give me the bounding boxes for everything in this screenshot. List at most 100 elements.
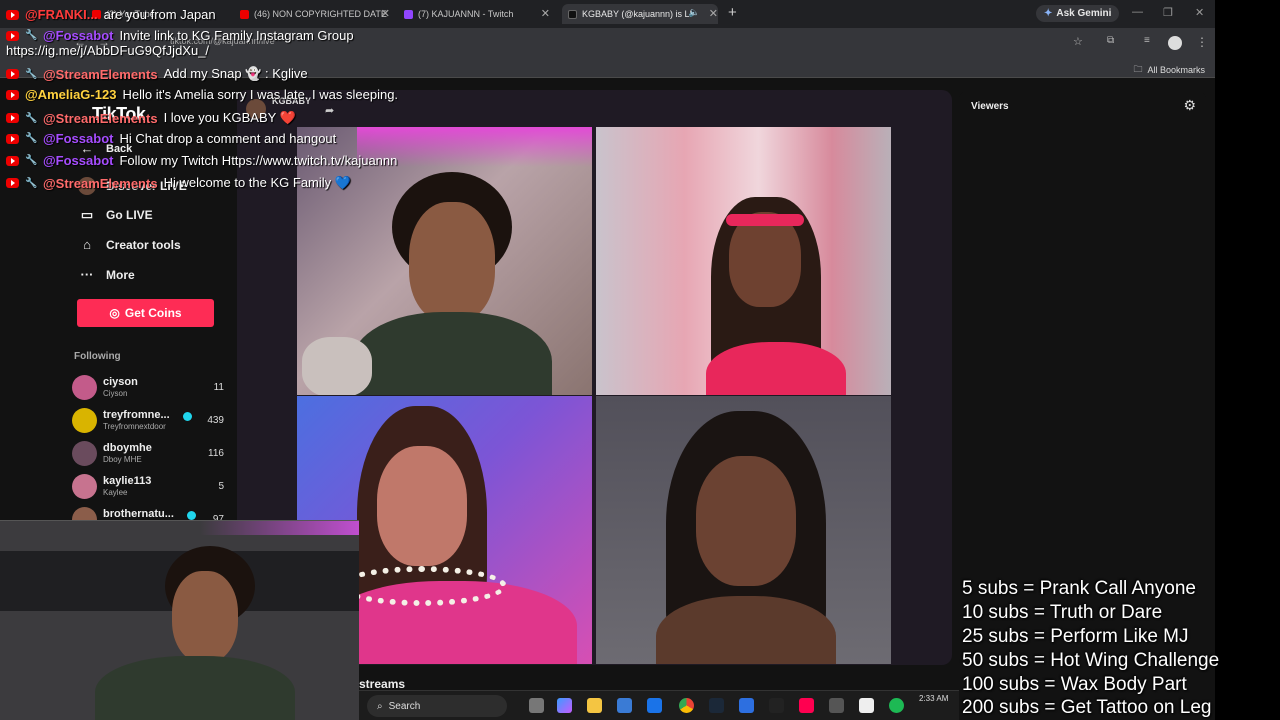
tiktok-app-icon[interactable] bbox=[799, 698, 814, 713]
chrome-icon[interactable] bbox=[679, 698, 694, 713]
verified-icon bbox=[187, 511, 196, 520]
sparkle-icon: ✦ bbox=[1044, 8, 1053, 19]
following-item[interactable]: treyfromne... Treyfromnextdoor 439 bbox=[72, 407, 230, 435]
following-item[interactable]: ciyson Ciyson 11 bbox=[72, 374, 230, 402]
tab-non-copyrighted[interactable]: (46) NON COPYRIGHTED DATE ✕ bbox=[240, 4, 390, 24]
outlook-icon[interactable] bbox=[647, 698, 662, 713]
wrench-icon: 🔧 bbox=[25, 133, 38, 144]
face-shape bbox=[696, 456, 796, 586]
sidebar-item-go-live[interactable]: ▭ Go LIVE bbox=[78, 207, 153, 223]
youtube-icon bbox=[6, 133, 19, 144]
close-icon[interactable]: ✕ bbox=[541, 7, 550, 20]
steam-icon[interactable] bbox=[709, 698, 724, 713]
capcut-icon[interactable] bbox=[829, 698, 844, 713]
chat-username: @Fossabot bbox=[43, 28, 114, 43]
taskbar-search[interactable]: ⌕ Search bbox=[367, 695, 507, 717]
body-shape bbox=[352, 312, 552, 395]
get-coins-label: Get Coins bbox=[124, 306, 182, 320]
all-bookmarks-label: All Bookmarks bbox=[1147, 65, 1205, 75]
sub-goal: 200 subs = Get Tattoo on Leg bbox=[962, 697, 1212, 718]
game-icon[interactable] bbox=[769, 698, 784, 713]
following-item[interactable]: dboymhe Dboy MHE 116 bbox=[72, 440, 230, 468]
chat-text: I love you KGBABY ❤️ bbox=[163, 110, 296, 125]
wrench-icon: 🔧 bbox=[25, 155, 38, 166]
sidebar-item-more[interactable]: ··· More bbox=[78, 267, 135, 282]
verified-icon bbox=[183, 412, 192, 421]
profile-avatar[interactable] bbox=[1168, 36, 1182, 50]
following-name: brothernatu... bbox=[103, 508, 174, 520]
tab-tiktok-live[interactable]: KGBABY (@kajuannn) is LIVE 🔈 ✕ bbox=[562, 4, 718, 24]
creator-tools-icon: ⌂ bbox=[83, 237, 91, 252]
file-explorer-icon[interactable] bbox=[587, 698, 602, 713]
following-name: treyfromne... bbox=[103, 409, 170, 421]
notepad-icon[interactable] bbox=[739, 698, 754, 713]
chat-message: @AmeliaG-123 Hello it's Amelia sorry I w… bbox=[6, 87, 398, 102]
app-icon[interactable] bbox=[859, 698, 874, 713]
chat-message: 🔧 @StreamElements Add my Snap 👻 : Kglive bbox=[6, 66, 308, 82]
all-bookmarks-button[interactable]: 🗀 All Bookmarks bbox=[1133, 62, 1205, 78]
ask-gemini-button[interactable]: ✦ Ask Gemini bbox=[1036, 5, 1120, 22]
chat-message: https://ig.me/j/AbbDFuG9QfJjdXu_/ bbox=[6, 43, 209, 58]
get-coins-button[interactable]: ◎ Get Coins bbox=[77, 299, 214, 327]
chat-username: @AmeliaG-123 bbox=[25, 87, 117, 102]
chat-username: @StreamElements bbox=[43, 66, 158, 82]
cast-icon[interactable]: ⧉ bbox=[1107, 35, 1114, 46]
sidebar-item-creator-tools[interactable]: ⌂ Creator tools bbox=[78, 237, 181, 252]
chat-text: Hi Chat drop a comment and hangout bbox=[119, 131, 337, 146]
chat-username: @Fossabot bbox=[43, 131, 114, 146]
chat-username: @Fossabot bbox=[43, 153, 114, 168]
close-icon[interactable]: ✕ bbox=[709, 7, 718, 20]
following-item[interactable]: kaylie113 Kaylee 5 bbox=[72, 473, 230, 501]
sub-goal: 5 subs = Prank Call Anyone bbox=[962, 578, 1196, 599]
youtube-icon bbox=[240, 9, 249, 19]
store-icon[interactable] bbox=[617, 698, 632, 713]
chat-text: Follow my Twitch Https://www.twitch.tv/k… bbox=[119, 153, 398, 168]
share-icon[interactable]: ➦ bbox=[325, 104, 334, 117]
wrench-icon: 🔧 bbox=[25, 68, 38, 80]
media-icon[interactable]: ≡ bbox=[1144, 35, 1150, 46]
streamer-webcam bbox=[0, 520, 359, 720]
avatar bbox=[72, 375, 97, 400]
new-tab-button[interactable]: + bbox=[728, 4, 737, 21]
face-shape bbox=[409, 202, 495, 322]
tiktok-icon bbox=[568, 9, 577, 19]
viewers-heading: Viewers bbox=[971, 101, 1009, 112]
restore-icon[interactable]: ❐ bbox=[1163, 6, 1173, 19]
chat-text: https://ig.me/j/AbbDFuG9QfJjdXu_/ bbox=[6, 43, 210, 58]
task-view-icon[interactable] bbox=[529, 698, 544, 713]
window-close-icon[interactable]: ✕ bbox=[1195, 6, 1204, 19]
lei-shape bbox=[337, 566, 507, 606]
following-heading: Following bbox=[74, 351, 121, 362]
following-subname: Dboy MHE bbox=[103, 455, 142, 464]
youtube-icon bbox=[6, 155, 19, 166]
wrench-icon: 🔧 bbox=[25, 177, 38, 189]
viewer-count: 116 bbox=[208, 448, 224, 459]
copilot-icon[interactable] bbox=[557, 698, 572, 713]
menu-kebab-icon[interactable]: ⋮ bbox=[1196, 35, 1208, 49]
streams-label: streams bbox=[359, 677, 406, 691]
guest-video-4[interactable] bbox=[596, 396, 891, 664]
spotify-icon[interactable] bbox=[889, 698, 904, 713]
avatar bbox=[72, 474, 97, 499]
taskbar-clock: 2:33 AM bbox=[919, 694, 949, 703]
sub-goal: 100 subs = Wax Body Part bbox=[962, 674, 1187, 695]
close-icon[interactable]: ✕ bbox=[381, 7, 390, 20]
sub-goal: 10 subs = Truth or Dare bbox=[962, 602, 1163, 623]
youtube-icon bbox=[6, 9, 19, 20]
bookmark-star-icon[interactable]: ☆ bbox=[1073, 35, 1083, 48]
speaker-icon[interactable]: 🔈 bbox=[689, 7, 700, 18]
face-shape bbox=[172, 571, 238, 663]
gear-icon[interactable]: ⚙ bbox=[1183, 97, 1196, 114]
ask-gemini-label: Ask Gemini bbox=[1056, 8, 1112, 19]
coin-icon: ◎ bbox=[109, 306, 120, 320]
avatar bbox=[72, 441, 97, 466]
body-shape bbox=[95, 656, 295, 720]
chat-message: 🔧 @Fossabot Hi Chat drop a comment and h… bbox=[6, 131, 336, 146]
tab-twitch[interactable]: (7) KAJUANNN - Twitch ✕ bbox=[404, 4, 550, 24]
youtube-icon bbox=[6, 178, 19, 188]
sidebar-item-label: Go LIVE bbox=[106, 208, 153, 222]
guest-video-2[interactable] bbox=[596, 127, 891, 395]
viewer-count: 5 bbox=[218, 481, 224, 492]
tab-label: (7) KAJUANNN - Twitch bbox=[418, 9, 514, 19]
minimize-icon[interactable]: — bbox=[1132, 6, 1143, 18]
